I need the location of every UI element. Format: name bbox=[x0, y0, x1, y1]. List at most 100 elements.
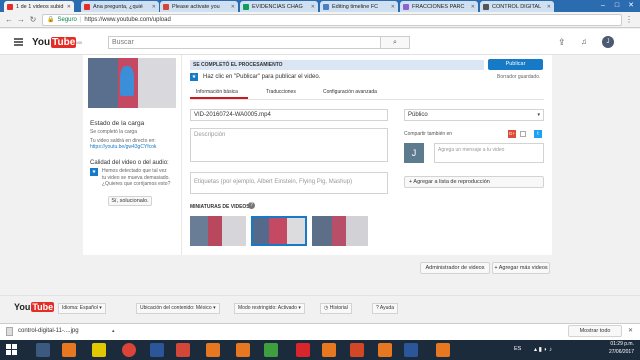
close-tab-icon[interactable]: ✕ bbox=[545, 4, 551, 10]
chevron-down-icon: ▾ bbox=[537, 112, 540, 118]
tags-input[interactable]: Etiquetas (por ejemplo, Albert Einstein,… bbox=[190, 172, 388, 194]
fix-video-button[interactable]: Sí, solucionalo. bbox=[108, 196, 152, 206]
timeline-icon bbox=[323, 3, 329, 10]
help-icon[interactable]: ? bbox=[248, 202, 255, 209]
star-icon: ★ bbox=[190, 73, 198, 81]
notifications-bell-icon[interactable]: ♫ bbox=[581, 37, 587, 46]
youtube-logo[interactable]: You Tube MX bbox=[32, 37, 82, 48]
description-textarea[interactable]: Descripción bbox=[190, 128, 388, 162]
browser-tab[interactable]: Editing timeline FC ✕ bbox=[320, 1, 398, 12]
publish-hint: Haz clic en "Publicar" para publicar el … bbox=[203, 74, 321, 80]
maximize-icon[interactable]: □ bbox=[610, 0, 624, 11]
browser-tab[interactable]: Ana pregunta, ¿quié ✕ bbox=[81, 1, 159, 12]
gmail-icon[interactable] bbox=[176, 343, 190, 357]
video-manager-button[interactable]: Administrador de videos bbox=[420, 262, 490, 274]
upload-icon[interactable]: ⇪ bbox=[558, 37, 566, 48]
help-button[interactable]: ? Ayuda bbox=[372, 303, 398, 314]
minimize-icon[interactable]: – bbox=[596, 0, 610, 11]
pdf-icon[interactable] bbox=[296, 343, 310, 357]
browser-tab-label: EVIDENCIAS CHAG bbox=[252, 3, 303, 10]
browser-tab[interactable]: EVIDENCIAS CHAG ✕ bbox=[240, 1, 318, 12]
browser-tab[interactable]: CONTROL DIGITAL ✕ bbox=[480, 1, 554, 12]
reload-icon[interactable]: ↻ bbox=[28, 15, 38, 25]
location-button[interactable]: Ubicación del contenido: México ▾ bbox=[136, 303, 220, 314]
tray-icons[interactable]: ▴ ▮ ◗ ♪ bbox=[534, 346, 552, 353]
publish-button[interactable]: Publicar bbox=[488, 59, 543, 70]
chrome-icon[interactable] bbox=[122, 343, 136, 357]
browser-tab[interactable]: Please activate you ✕ bbox=[160, 1, 238, 12]
url-input[interactable]: 🔒 Seguro | https://www.youtube.com/uploa… bbox=[42, 14, 622, 26]
divider bbox=[190, 99, 544, 100]
matlab-icon[interactable] bbox=[378, 343, 392, 357]
search-button[interactable]: ⌕ bbox=[380, 36, 410, 49]
youtube-icon bbox=[7, 3, 13, 10]
chevron-up-icon[interactable]: ▴ bbox=[112, 328, 115, 334]
upload-complete-text: Se completó la carga bbox=[90, 129, 137, 135]
privacy-value: Público bbox=[408, 112, 428, 118]
draft-saved-text: Borrador guardado. bbox=[497, 74, 541, 80]
browser-tab[interactable]: FRACCIONES PARC ✕ bbox=[400, 1, 478, 12]
google-plus-icon[interactable]: G+ bbox=[508, 130, 516, 138]
show-all-downloads-button[interactable]: Mostrar todo bbox=[568, 325, 622, 337]
browser-tab-label: Editing timeline FC bbox=[332, 3, 379, 10]
processing-status-bar: SE COMPLETÓ EL PROCESAMIENTO bbox=[190, 60, 484, 70]
download-filename[interactable]: control-digital-11-....jpg bbox=[18, 328, 79, 334]
privacy-select[interactable]: Público ▾ bbox=[404, 109, 544, 121]
title-input[interactable]: VID-20160724-WA0005.mp4 bbox=[190, 109, 388, 121]
input-language[interactable]: ES bbox=[514, 346, 521, 352]
matlab-icon[interactable] bbox=[436, 343, 450, 357]
restricted-mode-button[interactable]: Modo restringido: Activado ▾ bbox=[234, 303, 305, 314]
upload-status-title: Estado de la carga bbox=[90, 120, 145, 127]
close-icon[interactable]: ✕ bbox=[628, 327, 633, 334]
avatar[interactable]: J bbox=[602, 36, 614, 48]
word-icon[interactable] bbox=[150, 343, 164, 357]
matlab-icon[interactable] bbox=[62, 343, 76, 357]
taskbar-app-icon[interactable] bbox=[264, 343, 278, 357]
windows-start-icon[interactable] bbox=[6, 344, 17, 355]
gmail-icon bbox=[163, 3, 169, 10]
search-input[interactable]: Buscar bbox=[108, 36, 410, 49]
language-button[interactable]: Idioma: Español ▾ bbox=[58, 303, 106, 314]
checkbox[interactable] bbox=[520, 131, 526, 137]
tab-advanced-settings[interactable]: Configuración avanzada bbox=[323, 89, 377, 95]
forward-icon[interactable]: → bbox=[16, 15, 26, 25]
close-tab-icon[interactable]: ✕ bbox=[469, 4, 475, 10]
share-message-input[interactable]: Agrega un mensaje a tu video bbox=[434, 143, 544, 163]
star-icon: ★ bbox=[90, 168, 98, 176]
menu-kebab-icon[interactable]: ⋮ bbox=[624, 15, 634, 25]
matlab-icon[interactable] bbox=[322, 343, 336, 357]
video-url-link[interactable]: https://youtu.be/gw43gCYfcok bbox=[90, 144, 156, 151]
close-tab-icon[interactable]: ✕ bbox=[65, 4, 71, 10]
browser-tab-label: CONTROL DIGITAL bbox=[492, 3, 542, 10]
close-tab-icon[interactable]: ✕ bbox=[229, 4, 235, 10]
video-thumbnail-option-selected[interactable] bbox=[251, 216, 307, 246]
close-tab-icon[interactable]: ✕ bbox=[150, 4, 156, 10]
tab-basic-info[interactable]: Información básica bbox=[196, 89, 238, 95]
twitter-icon[interactable]: t bbox=[534, 130, 542, 138]
video-thumbnail-option[interactable] bbox=[312, 216, 368, 246]
tab-translations[interactable]: Traducciones bbox=[266, 89, 296, 95]
clock-time[interactable]: 01:29 p.m. bbox=[598, 341, 634, 347]
word-icon[interactable] bbox=[404, 343, 418, 357]
matlab-icon[interactable] bbox=[206, 343, 220, 357]
powerpoint-icon[interactable] bbox=[350, 343, 364, 357]
matlab-icon[interactable] bbox=[236, 343, 250, 357]
history-button[interactable]: ◷ Historial bbox=[320, 303, 352, 314]
download-bar bbox=[0, 323, 640, 340]
close-window-icon[interactable]: ✕ bbox=[624, 0, 638, 11]
clock-date[interactable]: 27/06/2017 bbox=[598, 349, 634, 355]
back-icon[interactable]: ← bbox=[4, 15, 14, 25]
add-more-videos-button[interactable]: + Agregar más videos bbox=[492, 262, 550, 274]
video-thumbnail-option[interactable] bbox=[190, 216, 246, 246]
help-icon: ? bbox=[376, 305, 379, 311]
close-tab-icon[interactable]: ✕ bbox=[309, 4, 315, 10]
logo-region: MX bbox=[76, 40, 83, 45]
taskbar-app-icon[interactable] bbox=[36, 343, 50, 357]
hamburger-menu-icon[interactable] bbox=[14, 38, 23, 46]
youtube-logo[interactable]: You Tube bbox=[14, 302, 55, 312]
taskbar-app-icon[interactable] bbox=[92, 343, 106, 357]
browser-tab[interactable]: 1 de 1 videos subid ✕ bbox=[4, 1, 74, 12]
close-tab-icon[interactable]: ✕ bbox=[389, 4, 395, 10]
add-to-playlist-button[interactable]: + Agregar a lista de reproducción bbox=[404, 176, 544, 188]
search-icon: ⌕ bbox=[393, 39, 397, 46]
